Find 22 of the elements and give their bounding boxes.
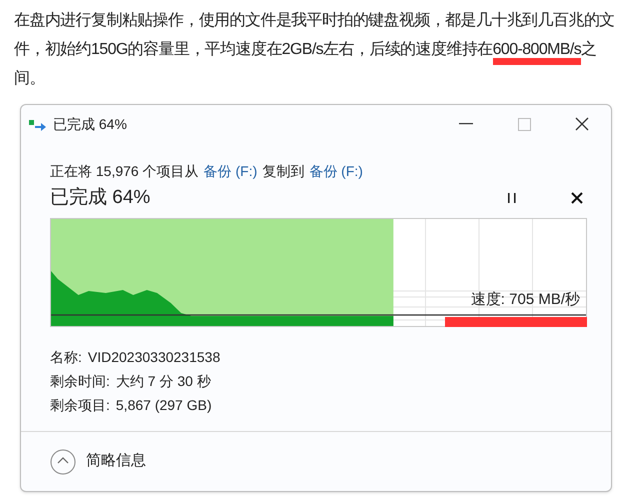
source-link[interactable]: 备份 (F:)	[204, 160, 258, 182]
progress-title: 已完成 64%	[50, 186, 150, 210]
detail-label: 剩余时间:	[50, 372, 110, 391]
window-title: 已完成 64%	[53, 114, 127, 134]
close-icon	[571, 192, 583, 204]
details-toggle[interactable]: 简略信息	[50, 448, 146, 474]
description-text: 正在将 15,976 个项目从	[50, 162, 199, 180]
description-text: 复制到	[262, 162, 304, 180]
detail-value: VID20230330231538	[88, 348, 220, 367]
detail-label: 名称:	[50, 348, 82, 367]
destination-link[interactable]: 备份 (F:)	[309, 160, 363, 182]
maximize-icon	[518, 118, 530, 130]
pause-icon	[508, 193, 516, 203]
detail-label: 剩余项目:	[50, 396, 110, 415]
article-paragraph: 在盘内进行复制粘贴操作，使用的文件是我平时拍的键盘视频，都是几十兆到几百兆的文件，初始约150G的容量里，平均速度在2GB/s左右，后续的速度维持在600-800MB/s之间。	[14, 10, 616, 89]
close-icon	[575, 117, 589, 131]
minimize-icon	[459, 123, 473, 125]
detail-value: 大约 7 分 30 秒	[116, 372, 211, 391]
detail-value: 5,867 (297 GB)	[116, 396, 212, 415]
chevron-icon	[50, 448, 76, 474]
speed-label: 速度: 705 MB/秒	[470, 290, 580, 310]
copy-icon	[29, 117, 47, 131]
